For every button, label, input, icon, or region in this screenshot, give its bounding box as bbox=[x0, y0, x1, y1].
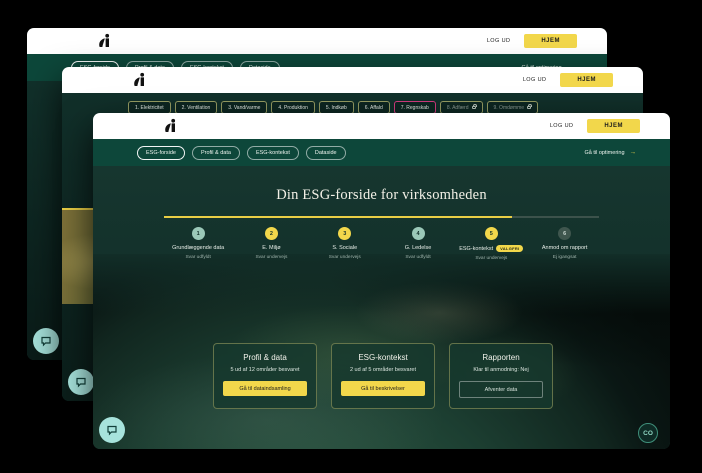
page-content: Din ESG-forside for virksomheden 1 Grund… bbox=[93, 166, 670, 449]
step-number-circle: 4 bbox=[412, 227, 425, 240]
card-title: Rapporten bbox=[459, 353, 543, 362]
company-logo-icon[interactable] bbox=[132, 72, 147, 88]
step-anmod-om-rapport[interactable]: 6 Anmod om rapport Ej igangsat bbox=[528, 227, 601, 261]
home-button[interactable]: HJEM bbox=[587, 119, 640, 133]
step-label: ESG-kontekst bbox=[459, 246, 493, 252]
valgfri-badge: VALGFRI bbox=[496, 245, 523, 252]
step-s-sociale[interactable]: 3 S. Sociale Svar undervejs bbox=[308, 227, 381, 261]
nav-pill-esg-kontekst[interactable]: ESG-kontekst bbox=[247, 146, 299, 160]
logout-button[interactable]: LOG UD bbox=[550, 123, 574, 129]
home-button[interactable]: HJEM bbox=[560, 73, 613, 87]
step-status: Ej igangsat bbox=[553, 255, 577, 260]
home-button[interactable]: HJEM bbox=[524, 34, 577, 48]
chat-bubble-icon bbox=[106, 425, 118, 436]
lock-icon bbox=[527, 106, 531, 110]
chat-bubble-icon bbox=[40, 336, 52, 347]
tab-label: 8. Adfærd bbox=[447, 105, 469, 111]
step-number-circle: 2 bbox=[265, 227, 278, 240]
step-status: Svar undervejs bbox=[255, 255, 287, 260]
step-e-miljo[interactable]: 2 E. Miljø Svar undervejs bbox=[235, 227, 308, 261]
lock-icon bbox=[472, 106, 476, 110]
esg-stepper: 1 Grundlæggende data Svar udfyldt 2 E. M… bbox=[162, 227, 602, 261]
nav-pill-profil-data[interactable]: Profil & data bbox=[192, 146, 240, 160]
tab-label: 9. Omdømme bbox=[494, 105, 525, 111]
step-esg-kontekst[interactable]: 5 ESG-kontekst VALGFRI Svar undervejs bbox=[455, 227, 528, 261]
step-status: Svar udfyldt bbox=[185, 255, 210, 260]
card-title: Profil & data bbox=[223, 353, 307, 362]
page-title: Din ESG-forside for virksomheden bbox=[93, 187, 670, 204]
afventer-data-button: Afventer data bbox=[459, 381, 543, 398]
step-status: Svar udfyldt bbox=[405, 255, 430, 260]
optimering-link[interactable]: Gå til optimering → bbox=[584, 149, 636, 156]
app-window-front: LOG UD HJEM ESG-forside Profil & data ES… bbox=[93, 113, 670, 449]
company-logo-icon[interactable] bbox=[97, 33, 112, 49]
logout-button[interactable]: LOG UD bbox=[487, 38, 511, 44]
step-label: G. Ledelse bbox=[405, 245, 432, 251]
header-bar: LOG UD HJEM bbox=[27, 28, 607, 54]
summary-cards: Profil & data 5 ud af 12 områder besvare… bbox=[213, 343, 553, 409]
chat-button[interactable] bbox=[99, 417, 125, 443]
step-number-circle: 5 bbox=[485, 227, 498, 240]
progress-divider bbox=[164, 216, 600, 218]
header-bar: LOG UD HJEM bbox=[93, 113, 670, 139]
card-subtitle: 5 ud af 12 områder besvaret bbox=[223, 367, 307, 373]
chat-button[interactable] bbox=[33, 328, 59, 354]
step-number-circle: 3 bbox=[338, 227, 351, 240]
step-grundlaeggende-data[interactable]: 1 Grundlæggende data Svar udfyldt bbox=[162, 227, 235, 261]
step-label: S. Sociale bbox=[332, 245, 357, 251]
card-title: ESG-kontekst bbox=[341, 353, 425, 362]
card-profil-data: Profil & data 5 ud af 12 områder besvare… bbox=[213, 343, 317, 409]
co-widget-button[interactable]: CO bbox=[638, 423, 658, 443]
step-number-circle: 1 bbox=[192, 227, 205, 240]
desktop-stage: LOG UD HJEM ESG-forside Profil & data ES… bbox=[0, 0, 702, 473]
header-bar: LOG UD HJEM bbox=[62, 67, 643, 93]
step-label: E. Miljø bbox=[262, 245, 280, 251]
main-nav: ESG-forside Profil & data ESG-kontekst D… bbox=[93, 139, 670, 166]
step-label: Anmod om rapport bbox=[542, 245, 588, 251]
step-label: Grundlæggende data bbox=[172, 245, 224, 251]
company-logo-icon[interactable] bbox=[163, 118, 178, 134]
optimering-link-label: Gå til optimering bbox=[584, 150, 624, 156]
card-esg-kontekst: ESG-kontekst 2 ud af 5 områder besvaret … bbox=[331, 343, 435, 409]
step-status: Svar undervejs bbox=[329, 255, 361, 260]
step-g-ledelse[interactable]: 4 G. Ledelse Svar udfyldt bbox=[381, 227, 454, 261]
arrow-right-icon: → bbox=[630, 149, 637, 156]
card-subtitle: 2 ud af 5 områder besvaret bbox=[341, 367, 425, 373]
chat-bubble-icon bbox=[75, 377, 87, 388]
card-subtitle: Klar til anmodning: Nej bbox=[459, 367, 543, 373]
progress-divider-complete bbox=[164, 216, 513, 218]
step-status: Svar undervejs bbox=[475, 256, 507, 261]
chat-button[interactable] bbox=[68, 369, 94, 395]
nav-pill-dataside[interactable]: Dataside bbox=[306, 146, 346, 160]
progress-divider-remaining bbox=[512, 216, 599, 218]
logout-button[interactable]: LOG UD bbox=[523, 77, 547, 83]
step-number-circle: 6 bbox=[558, 227, 571, 240]
go-to-beskrivelser-button[interactable]: Gå til beskrivelser bbox=[341, 381, 425, 396]
card-rapporten: Rapporten Klar til anmodning: Nej Afvent… bbox=[449, 343, 553, 409]
nav-pill-esg-forside[interactable]: ESG-forside bbox=[137, 146, 185, 160]
go-to-dataindsamling-button[interactable]: Gå til dataindsamling bbox=[223, 381, 307, 396]
